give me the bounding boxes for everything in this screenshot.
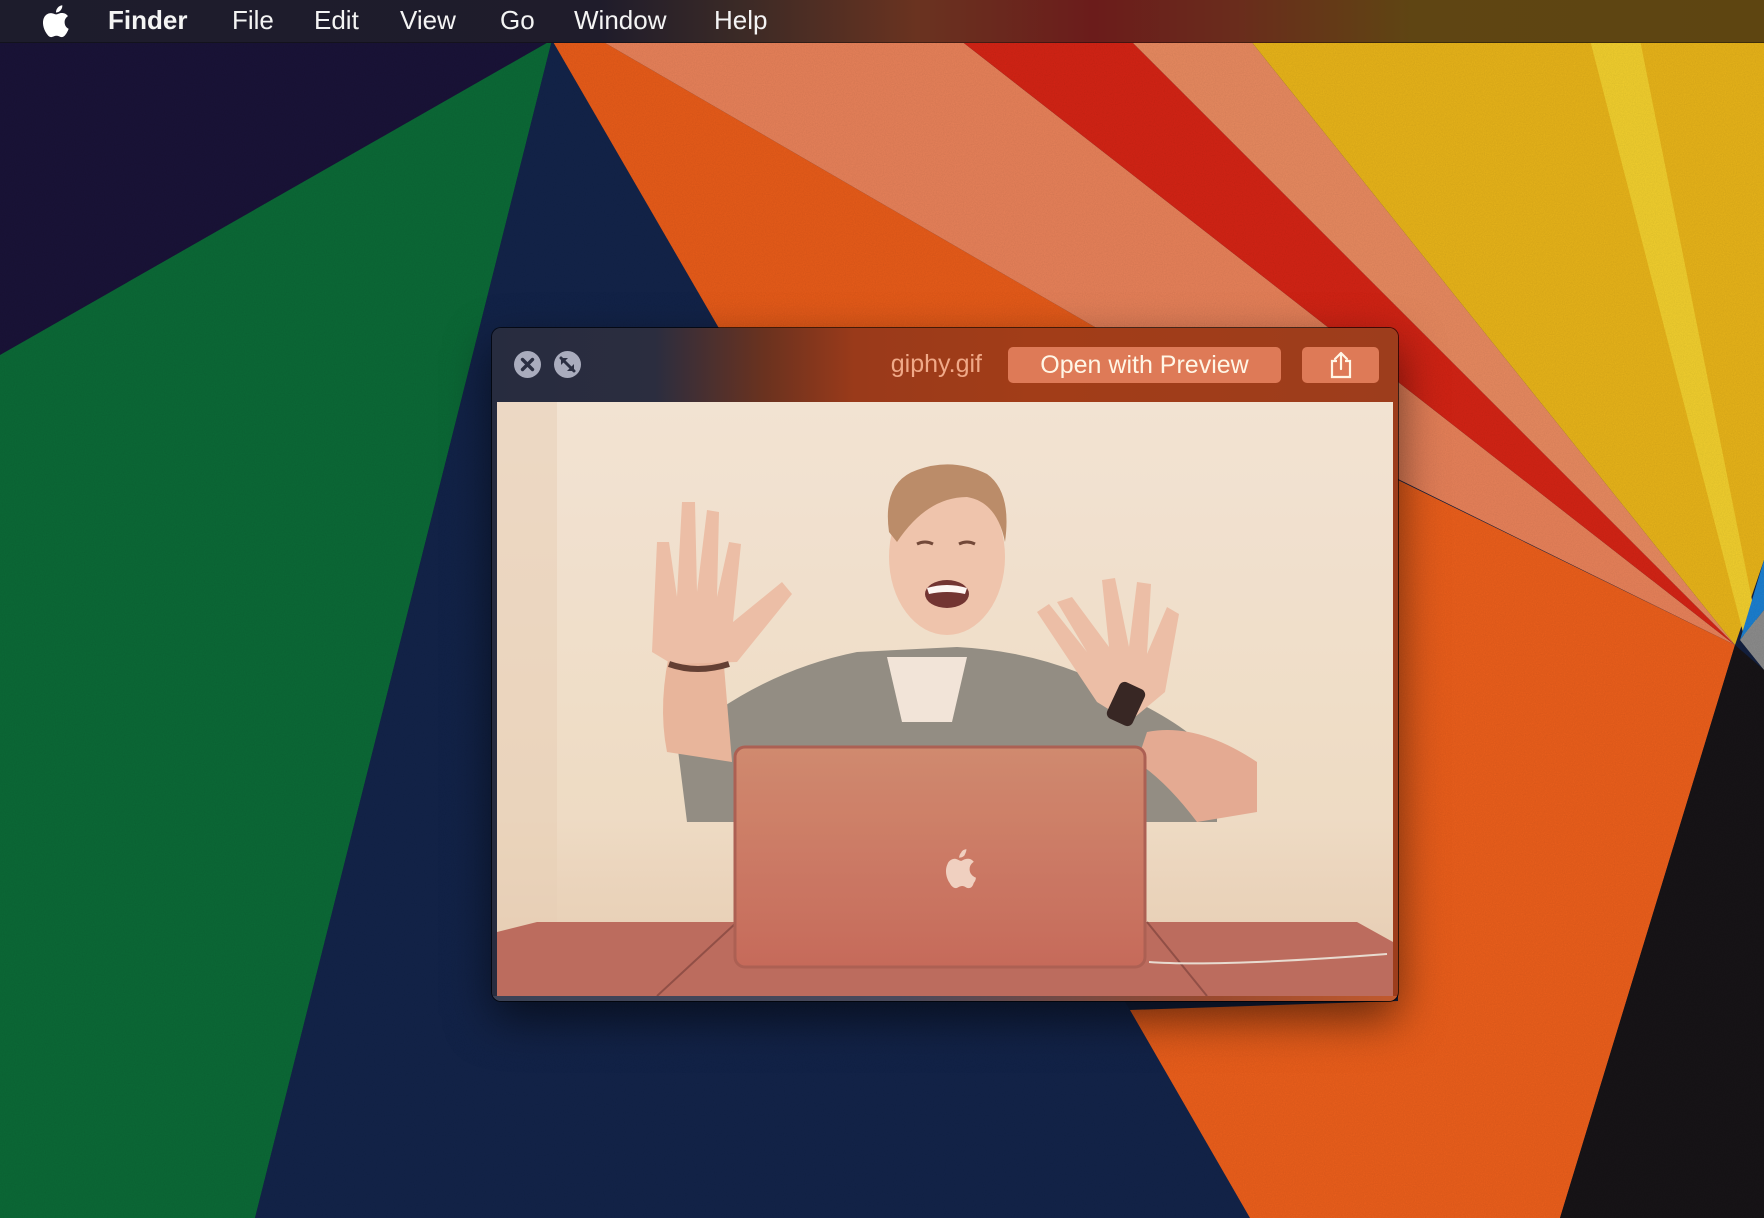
gif-preview: [497, 402, 1393, 996]
menu-view[interactable]: View: [400, 0, 456, 42]
apple-logo-icon: [42, 5, 69, 38]
quicklook-window: giphy.gif Open with Preview: [492, 328, 1398, 1001]
window-bottom-edge: [492, 996, 1398, 1001]
open-with-preview-button[interactable]: Open with Preview: [1008, 347, 1281, 383]
share-icon: [1330, 351, 1352, 379]
fullscreen-icon: [559, 356, 576, 373]
share-button[interactable]: [1302, 347, 1379, 383]
menu-app-finder[interactable]: Finder: [108, 0, 187, 42]
menu-go[interactable]: Go: [500, 0, 535, 42]
menu-window[interactable]: Window: [574, 0, 666, 42]
file-name: giphy.gif: [890, 350, 982, 378]
gif-image: [497, 402, 1393, 996]
apple-menu[interactable]: [40, 4, 70, 38]
close-button[interactable]: [514, 351, 541, 378]
menu-edit[interactable]: Edit: [314, 0, 359, 42]
title-bar[interactable]: giphy.gif Open with Preview: [492, 328, 1398, 402]
close-icon: [520, 357, 535, 372]
menu-file[interactable]: File: [232, 0, 274, 42]
menu-bar: Finder File Edit View Go Window Help: [0, 0, 1764, 43]
fullscreen-button[interactable]: [554, 351, 581, 378]
gif-tint: [497, 402, 1393, 996]
menu-help[interactable]: Help: [714, 0, 767, 42]
